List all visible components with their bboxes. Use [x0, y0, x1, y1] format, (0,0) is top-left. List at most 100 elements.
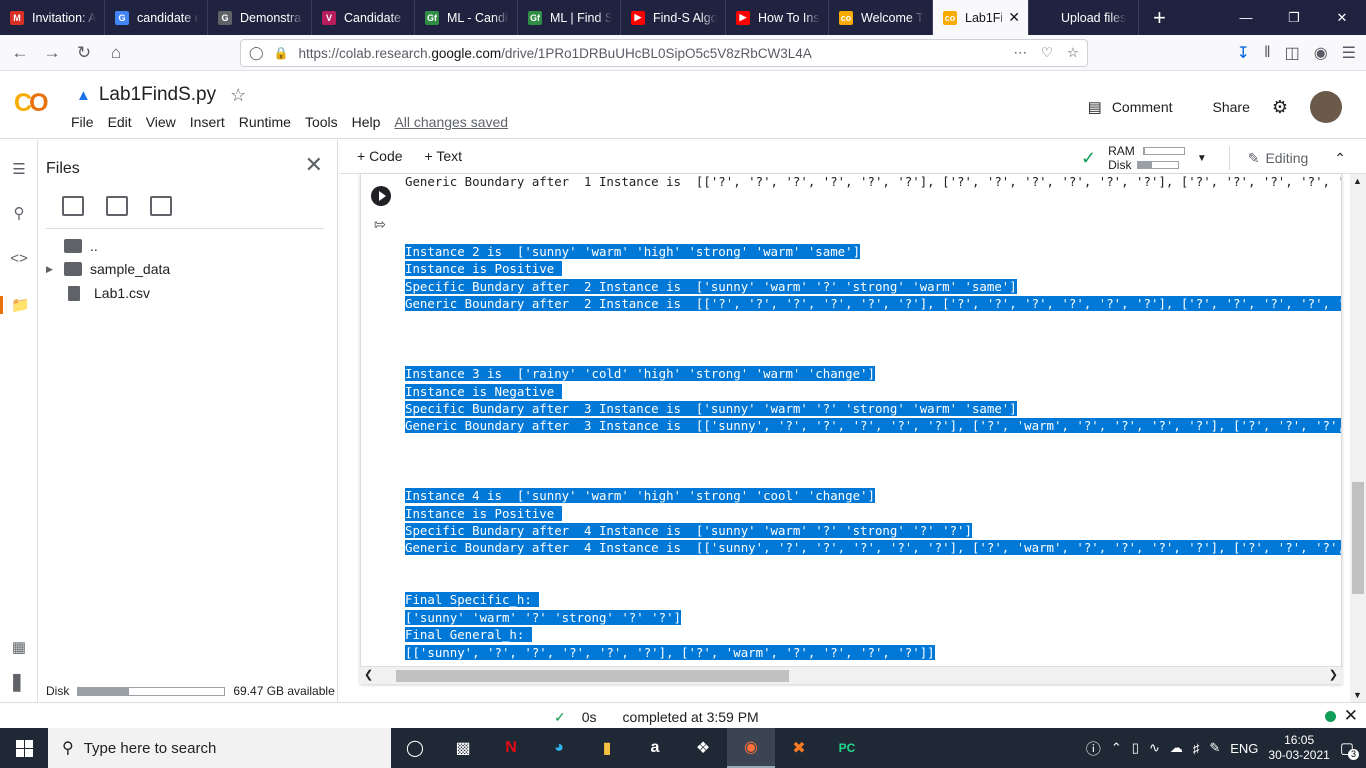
add-text-button[interactable]: + Text — [425, 148, 463, 164]
chevron-up-icon[interactable]: ⌃ — [1111, 740, 1122, 756]
run-cell-button[interactable] — [371, 186, 391, 206]
file-name: sample_data — [90, 261, 171, 277]
file-item-sample-data[interactable]: ▶ sample_data — [46, 261, 170, 277]
close-icon[interactable]: ✕ — [1344, 706, 1358, 726]
notifications-icon[interactable]: ▢ 3 — [1340, 739, 1359, 760]
menu-tools[interactable]: Tools — [305, 114, 338, 130]
toc-icon[interactable]: ☰ — [0, 160, 38, 178]
page-actions-icon[interactable]: ⋯ — [1014, 45, 1028, 61]
minimize-icon[interactable]: — — [1222, 0, 1270, 35]
browser-tab[interactable]: Gf ML | Find S — [518, 0, 621, 35]
file-item-parent[interactable]: .. — [64, 238, 98, 254]
browser-tab[interactable]: V Candidate E — [312, 0, 415, 35]
browser-tab[interactable]: Gcandidate e — [105, 0, 208, 35]
sidebar-icon[interactable]: ◫ — [1285, 43, 1300, 63]
pen-icon[interactable]: ✎ — [1209, 740, 1220, 756]
help-icon[interactable]: ⓘ — [1086, 738, 1101, 759]
scroll-right-icon[interactable]: ❯ — [1329, 668, 1338, 681]
add-code-button[interactable]: + Code — [357, 148, 403, 164]
collapse-header-icon[interactable]: ⌃ — [1334, 150, 1346, 167]
chevron-down-icon[interactable]: ▼ — [1197, 153, 1207, 164]
browser-tab[interactable]: G Demonstrat — [208, 0, 312, 35]
menu-insert[interactable]: Insert — [190, 114, 225, 130]
xampp-icon[interactable]: ✖ — [775, 728, 823, 768]
browser-tab[interactable]: ▶ Find-S Algo — [621, 0, 726, 35]
comment-button[interactable]: ▤ Comment — [1088, 98, 1173, 116]
browser-tab[interactable]: co Lab1Find ✕ — [933, 0, 1029, 35]
settings-gear-icon[interactable]: ⚙ — [1272, 97, 1288, 118]
scrollbar-thumb[interactable] — [1352, 482, 1364, 594]
browser-tab[interactable]: ▶ How To Inst — [726, 0, 829, 35]
pycharm-icon[interactable]: PC — [823, 728, 871, 768]
menu-edit[interactable]: Edit — [108, 114, 132, 130]
close-icon[interactable]: ✕ — [305, 152, 323, 178]
file-explorer-icon[interactable]: ▮ — [583, 728, 631, 768]
taskbar-search-box[interactable]: ⚲ Type here to search — [48, 728, 391, 768]
scrollbar-thumb[interactable] — [396, 670, 789, 682]
mount-drive-icon[interactable] — [150, 196, 172, 216]
notebook-title[interactable]: Lab1FindS.py — [99, 84, 216, 106]
resources-meter[interactable]: RAM Disk — [1108, 144, 1185, 172]
search-icon[interactable]: ⚲ — [0, 204, 38, 222]
expand-arrow-icon[interactable]: ▶ — [46, 264, 56, 275]
menu-icon[interactable]: ☰ — [1342, 43, 1356, 63]
library-icon[interactable]: ‖ — [1264, 44, 1271, 62]
vertical-scrollbar[interactable]: ▲ ▼ — [1350, 174, 1366, 702]
scroll-left-icon[interactable]: ❮ — [364, 668, 373, 681]
save-status[interactable]: All changes saved — [394, 114, 508, 130]
file-item-lab1-csv[interactable]: Lab1.csv — [68, 285, 150, 301]
horizontal-scrollbar[interactable]: ❮ ❯ — [360, 666, 1342, 684]
scroll-up-icon[interactable]: ▲ — [1353, 176, 1362, 186]
close-tab-icon[interactable]: ✕ — [1008, 9, 1020, 26]
firefox-icon[interactable]: ◉ — [727, 728, 775, 768]
browser-tab[interactable]: co Welcome To — [829, 0, 933, 35]
netflix-icon[interactable]: N — [487, 728, 535, 768]
scroll-down-icon[interactable]: ▼ — [1353, 690, 1362, 700]
terminal-icon[interactable]: ▋ — [0, 674, 38, 692]
forward-icon[interactable]: → — [36, 43, 68, 63]
close-window-icon[interactable]: ✕ — [1318, 0, 1366, 35]
cortana-icon[interactable]: ◯ — [391, 728, 439, 768]
browser-tab[interactable]: M Invitation: A — [0, 0, 105, 35]
reload-icon[interactable]: ↻ — [68, 43, 100, 63]
refresh-folder-icon[interactable] — [106, 196, 128, 216]
command-palette-icon[interactable]: ▦ — [0, 638, 38, 656]
code-snippets-icon[interactable]: <> — [0, 250, 38, 267]
pocket-icon[interactable]: ♡ — [1041, 45, 1053, 61]
device-icon[interactable]: ▯ — [1132, 740, 1139, 756]
colab-logo[interactable]: CO — [14, 89, 49, 118]
menu-file[interactable]: File — [71, 114, 94, 130]
code-cell[interactable]: ⇰ Generic Boundary after 1 Instance is [… — [360, 174, 1342, 684]
google-icon: G — [115, 10, 129, 25]
task-view-icon[interactable]: ▩ — [439, 728, 487, 768]
url-bar[interactable]: ◯ 🔒 https://colab.research.google.com/dr… — [240, 39, 1088, 67]
maximize-icon[interactable]: ❐ — [1270, 0, 1318, 35]
onedrive-cloud-icon[interactable]: ☁ — [1170, 740, 1183, 756]
home-icon[interactable]: ⌂ — [100, 43, 132, 63]
edge-icon[interactable]: ◕ — [535, 728, 583, 768]
star-icon[interactable]: ☆ — [230, 85, 246, 106]
bookmark-star-icon[interactable]: ☆ — [1067, 45, 1079, 61]
share-button[interactable]: Share — [1213, 99, 1250, 115]
network-icon[interactable]: ∿ — [1149, 740, 1160, 756]
volume-icon[interactable]: ♯ — [1193, 741, 1200, 756]
menu-help[interactable]: Help — [352, 114, 381, 130]
upload-file-icon[interactable] — [62, 196, 84, 216]
output-menu-icon[interactable]: ⇰ — [374, 216, 386, 233]
menu-view[interactable]: View — [146, 114, 176, 130]
clock[interactable]: 16:05 30-03-2021 — [1268, 733, 1329, 763]
amazon-icon[interactable]: a — [631, 728, 679, 768]
browser-tab[interactable]: Upload files — [1029, 0, 1139, 35]
files-folder-icon[interactable]: 📁 — [0, 296, 38, 314]
browser-tab[interactable]: Gf ML - Candic — [415, 0, 518, 35]
avatar[interactable] — [1310, 91, 1342, 123]
new-tab-icon[interactable]: + — [1153, 0, 1166, 35]
windows-start-icon[interactable] — [0, 728, 48, 768]
editing-mode-button[interactable]: ✎ Editing — [1248, 150, 1309, 167]
dropbox-icon[interactable]: ❖ — [679, 728, 727, 768]
download-icon[interactable]: ↧ — [1237, 43, 1250, 63]
language-indicator[interactable]: ENG — [1230, 741, 1258, 756]
menu-runtime[interactable]: Runtime — [239, 114, 291, 130]
account-icon[interactable]: ◉ — [1314, 43, 1328, 63]
back-icon[interactable]: ← — [4, 43, 36, 63]
